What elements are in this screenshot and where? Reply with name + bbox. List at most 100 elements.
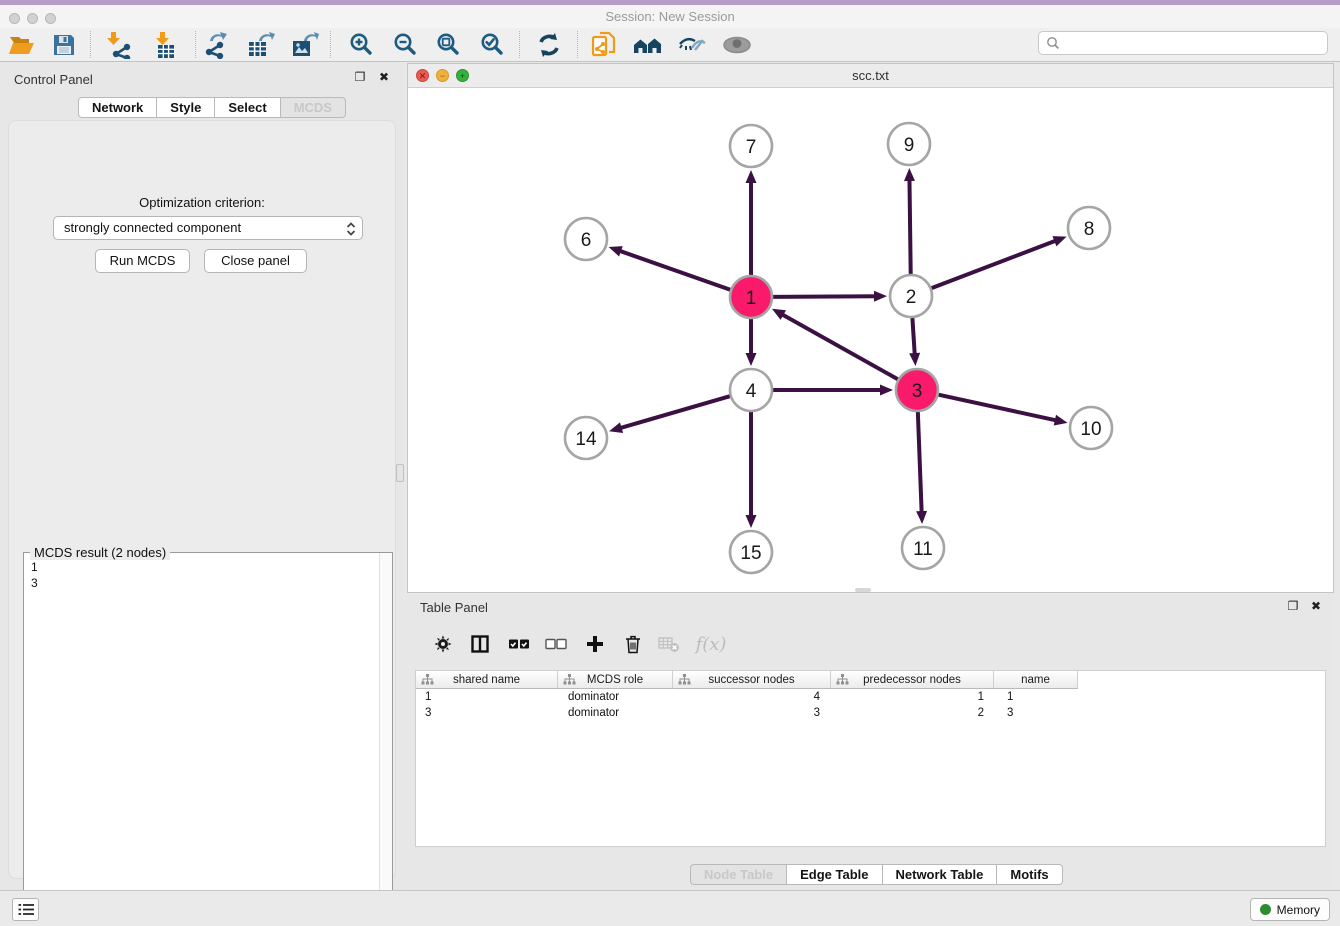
close-panel-button[interactable]: Close panel	[204, 249, 307, 273]
search-input[interactable]	[1065, 36, 1327, 50]
export-network-icon[interactable]	[200, 29, 236, 60]
close-panel-icon[interactable]: ✖	[376, 69, 392, 85]
main-toolbar	[0, 28, 1340, 62]
graph-edge-3-10[interactable]	[938, 395, 1067, 426]
graph-edge-3-1[interactable]	[772, 309, 898, 380]
status-bar: Memory	[0, 890, 1340, 926]
zoom-fit-icon[interactable]	[431, 29, 467, 60]
optimization-criterion-select[interactable]: strongly connected component	[53, 216, 363, 240]
float-panel-icon[interactable]: ❐	[352, 69, 368, 85]
network-from-selection-icon[interactable]	[586, 29, 622, 60]
table-row[interactable]: 3dominator323	[416, 705, 1083, 721]
select-all-icon[interactable]	[503, 628, 535, 660]
graph-edge-4-14[interactable]	[609, 396, 730, 433]
graph-edge-4-15[interactable]	[746, 412, 757, 528]
hide-selected-icon[interactable]	[674, 29, 710, 60]
column-header-successor-nodes[interactable]: successor nodes	[673, 671, 831, 689]
graph-edge-2-8[interactable]	[932, 236, 1067, 288]
table-cell[interactable]: 3	[675, 705, 834, 721]
graph-edge-1-7[interactable]	[746, 170, 757, 275]
task-history-button[interactable]	[12, 898, 39, 921]
mcds-result-box: MCDS result (2 nodes) 13	[23, 552, 393, 926]
graph-node-3[interactable]: 3	[896, 369, 938, 411]
export-table-icon[interactable]	[243, 29, 279, 60]
svg-text:4: 4	[746, 381, 757, 402]
table-cell[interactable]: 1	[834, 689, 998, 705]
toolbar-separator	[90, 31, 91, 58]
show-all-icon[interactable]	[719, 29, 755, 60]
tab-style[interactable]: Style	[157, 97, 215, 118]
column-header-shared-name[interactable]: shared name	[416, 671, 558, 689]
table-cell[interactable]: 2	[834, 705, 998, 721]
graph-node-14[interactable]: 14	[565, 417, 607, 459]
table-cell[interactable]: dominator	[559, 705, 675, 721]
delete-table-icon[interactable]	[653, 628, 685, 660]
graph-node-7[interactable]: 7	[730, 125, 772, 167]
table-cell[interactable]: 1	[998, 689, 1083, 705]
svg-text:2: 2	[906, 287, 917, 308]
delete-column-icon[interactable]	[617, 628, 649, 660]
refresh-layout-icon[interactable]	[531, 29, 567, 60]
graph-node-2[interactable]: 2	[890, 275, 932, 317]
graph-edge-1-6[interactable]	[609, 246, 731, 290]
tab-network[interactable]: Network	[78, 97, 157, 118]
column-header-name[interactable]: name	[994, 671, 1078, 689]
add-column-icon[interactable]	[579, 628, 611, 660]
zoom-selected-icon[interactable]	[475, 29, 511, 60]
graph-edge-1-4[interactable]	[746, 319, 757, 366]
tab-mcds[interactable]: MCDS	[281, 97, 346, 118]
result-line: 1	[31, 559, 378, 575]
import-table-icon[interactable]	[147, 29, 183, 60]
table-cell[interactable]: 3	[416, 705, 559, 721]
graph-edge-1-2[interactable]	[773, 291, 887, 302]
table-cell[interactable]: dominator	[559, 689, 675, 705]
tab-node-table[interactable]: Node Table	[690, 864, 787, 885]
open-icon[interactable]	[4, 29, 40, 60]
graph-node-11[interactable]: 11	[902, 527, 944, 569]
table-cell[interactable]: 3	[998, 705, 1083, 721]
view-resize-handle[interactable]	[855, 588, 871, 592]
float-table-panel-icon[interactable]: ❐	[1285, 598, 1301, 614]
export-image-icon[interactable]	[287, 29, 323, 60]
column-header-MCDS-role[interactable]: MCDS role	[558, 671, 673, 689]
tab-network-table[interactable]: Network Table	[883, 864, 998, 885]
graph-node-10[interactable]: 10	[1070, 407, 1112, 449]
tab-edge-table[interactable]: Edge Table	[787, 864, 882, 885]
panel-splitter-handle[interactable]	[396, 464, 404, 482]
settings-gear-icon[interactable]	[427, 628, 459, 660]
column-header-predecessor-nodes[interactable]: predecessor nodes	[831, 671, 994, 689]
tab-select[interactable]: Select	[215, 97, 280, 118]
graph-node-1[interactable]: 1	[730, 276, 772, 318]
close-table-panel-icon[interactable]: ✖	[1308, 598, 1324, 614]
memory-button[interactable]: Memory	[1250, 898, 1330, 921]
run-mcds-button[interactable]: Run MCDS	[95, 249, 190, 273]
column-visibility-icon[interactable]	[464, 628, 496, 660]
graph-node-6[interactable]: 6	[565, 218, 607, 260]
function-builder-icon[interactable]: f(x)	[691, 628, 731, 660]
graph-edge-2-9[interactable]	[904, 168, 915, 274]
import-network-icon[interactable]	[100, 29, 136, 60]
graph-node-4[interactable]: 4	[730, 369, 772, 411]
list-icon	[18, 903, 34, 916]
node-table[interactable]: shared nameMCDS rolesuccessor nodesprede…	[415, 670, 1326, 847]
zoom-in-icon[interactable]	[344, 29, 380, 60]
save-icon[interactable]	[46, 29, 82, 60]
graph-edge-4-3[interactable]	[773, 385, 893, 396]
graph-node-15[interactable]: 15	[730, 531, 772, 573]
table-cell[interactable]: 4	[675, 689, 834, 705]
graph-edge-3-11[interactable]	[916, 412, 927, 524]
svg-text:7: 7	[746, 137, 757, 158]
table-row[interactable]: 1dominator411	[416, 689, 1083, 705]
result-scrollbar[interactable]	[379, 553, 392, 926]
table-panel: Table Panel ❐ ✖	[407, 595, 1334, 888]
deselect-all-icon[interactable]	[540, 628, 572, 660]
graph-node-9[interactable]: 9	[888, 123, 930, 165]
network-window-titlebar[interactable]: ✕ − + scc.txt	[408, 64, 1333, 88]
zoom-out-icon[interactable]	[388, 29, 424, 60]
first-neighbors-icon[interactable]	[630, 29, 666, 60]
table-cell[interactable]: 1	[416, 689, 559, 705]
tab-motifs[interactable]: Motifs	[997, 864, 1062, 885]
graph-node-8[interactable]: 8	[1068, 207, 1110, 249]
graph-edge-2-3[interactable]	[909, 318, 920, 366]
network-graph[interactable]: 7 9 6 8 1 2 4 3 14 10 15 11	[408, 88, 1333, 592]
